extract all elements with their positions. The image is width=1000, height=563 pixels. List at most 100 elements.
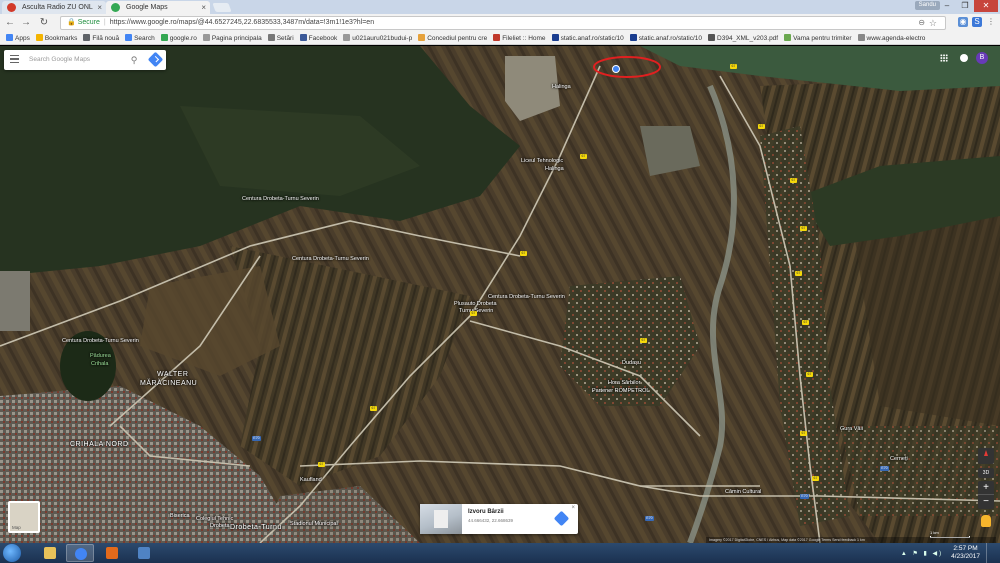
minimize-button[interactable]: – [938, 0, 956, 12]
scale-bar[interactable]: 1 km [930, 530, 970, 538]
place-label[interactable]: Halinga [552, 84, 571, 90]
place-label[interactable]: Liceul Tehnologic [521, 158, 563, 164]
bookmark-item[interactable]: Setări [267, 32, 294, 44]
lock-icon: 🔒 [67, 19, 76, 26]
bookmark-item[interactable]: u021auru021budui-p [343, 32, 413, 44]
bookmark-label: u021auru021budui-p [352, 35, 413, 42]
bookmark-item[interactable]: Fileliet :: Home [493, 32, 546, 44]
map-layer-toggle[interactable]: Map [8, 501, 40, 533]
extension-ghostery-icon[interactable]: ◉ [958, 17, 968, 27]
place-label[interactable]: Gura Văii [840, 426, 863, 432]
place-label[interactable]: MĂRĂCINEANU [140, 380, 197, 388]
tilt-3d-button[interactable]: 3D [978, 468, 994, 478]
map-controls: 3D + − [978, 448, 994, 527]
remote-desktop-icon [138, 547, 150, 559]
place-label[interactable]: Kaufland [300, 477, 322, 483]
street-view-pegman-icon[interactable] [981, 515, 991, 527]
bookmark-item[interactable]: Facebook [299, 32, 337, 44]
bookmark-label: www.agenda-electro [866, 35, 926, 42]
place-label[interactable]: Centura Drobeta-Turnu Severin [292, 256, 369, 262]
compass-icon[interactable] [978, 448, 994, 464]
place-photo[interactable] [420, 504, 462, 534]
back-button[interactable]: ← [4, 17, 16, 29]
show-desktop-button[interactable] [986, 543, 994, 563]
bookmark-item[interactable]: Concediul pentru cre [418, 32, 488, 44]
search-input[interactable]: Search Google Maps [29, 50, 90, 70]
directions-icon[interactable] [147, 51, 164, 68]
place-info-card[interactable]: Izvoru Bârzii 44.666432, 22.668639 × [420, 504, 578, 534]
place-label[interactable]: Drobeta [210, 523, 230, 529]
maximize-button[interactable]: ❐ [956, 0, 974, 12]
place-label[interactable]: CRIHALA NORD [70, 441, 129, 449]
bookmark-label: static.anaf.ro/static/10 [638, 35, 703, 42]
bookmark-favicon-icon [160, 34, 168, 41]
place-label[interactable]: Pădurea [90, 353, 111, 359]
bookmark-item[interactable]: static.anaf.ro/static/10 [551, 32, 624, 44]
place-label[interactable]: Centura Drobeta-Turnu Severin [488, 294, 565, 300]
bookmark-item[interactable]: google.ro [160, 32, 197, 44]
place-label[interactable]: Halinga [545, 166, 564, 172]
menu-icon[interactable]: ⋮ [986, 17, 996, 27]
road-shield: 67 [730, 64, 737, 69]
bookmark-star-icon[interactable]: ☆ [929, 17, 937, 29]
place-label[interactable]: Drobeta-Turnu [230, 524, 282, 532]
bookmark-item[interactable]: Pagina principala [202, 32, 262, 44]
taskbar-media-player[interactable] [98, 544, 126, 562]
tray-icons[interactable]: ▲ ⚑ ▮ ◀) [901, 550, 943, 557]
bookmark-item[interactable]: Apps [6, 32, 30, 44]
bookmark-item[interactable]: D394_XML_v203.pdf [708, 32, 778, 44]
directions-icon[interactable] [553, 510, 570, 527]
taskbar-remote-desktop[interactable] [130, 544, 158, 562]
clock[interactable]: 2:57 PM 4/23/2017 [951, 545, 980, 561]
place-label[interactable]: Biserica [170, 513, 190, 519]
forward-button[interactable]: → [20, 17, 32, 29]
bookmark-label: Setări [276, 35, 294, 42]
extension-icon[interactable]: ⊖ [918, 17, 925, 29]
place-label[interactable]: Colegiul Tehnic [196, 516, 233, 522]
bookmark-item[interactable]: static.anaf.ro/static/10 [629, 32, 703, 44]
search-icon[interactable]: ⚲ [128, 54, 140, 66]
start-button[interactable] [3, 544, 21, 562]
close-icon[interactable]: × [201, 1, 206, 14]
notifications-icon[interactable] [960, 54, 968, 62]
close-icon[interactable]: × [571, 505, 575, 511]
place-label[interactable]: Cămin Cultural [725, 489, 761, 495]
place-label[interactable]: Dudașu [622, 360, 641, 366]
place-label[interactable]: Crihala [91, 361, 108, 367]
window-close-button[interactable]: ✕ [974, 0, 998, 12]
address-bar[interactable]: 🔒 Secure | https://www.google.ro/maps/@44.6… [60, 16, 946, 30]
place-label[interactable]: Stadionul Municipal [290, 521, 338, 527]
new-tab-button[interactable] [212, 3, 232, 12]
bookmark-item[interactable]: Filă nouă [83, 32, 119, 44]
place-label[interactable]: WALTER [157, 371, 188, 379]
place-label[interactable]: Hora Sârbilor [608, 380, 640, 386]
extension-save-icon[interactable]: S [972, 17, 982, 27]
bookmark-label: Vama pentru trimiter [793, 35, 852, 42]
zoom-out-button[interactable]: − [978, 495, 994, 509]
place-label[interactable]: Centura Drobeta-Turnu Severin [62, 338, 139, 344]
tab-radio-zu[interactable]: Asculta Radio ZU ONL × [2, 1, 106, 14]
tab-google-maps[interactable]: Google Maps × [106, 1, 210, 14]
account-avatar[interactable]: B [976, 52, 988, 64]
place-label[interactable]: Plusauto Drobeta [454, 301, 497, 307]
profile-badge[interactable]: Sandu [914, 1, 940, 10]
place-label[interactable]: Cerneți [890, 456, 908, 462]
taskbar-chrome[interactable] [66, 544, 94, 562]
place-label[interactable]: Centura Drobeta-Turnu Severin [242, 196, 319, 202]
maps-search-box: Search Google Maps ⚲ [4, 50, 166, 70]
bookmark-label: Concediul pentru cre [427, 35, 488, 42]
zoom-in-button[interactable]: + [978, 481, 994, 495]
reload-button[interactable]: ↻ [38, 17, 50, 29]
menu-icon[interactable] [10, 55, 19, 65]
place-label[interactable]: Partener ROMPETROL [592, 388, 649, 394]
bookmark-item[interactable]: www.agenda-electro [857, 32, 926, 44]
bookmark-item[interactable]: Vama pentru trimiter [784, 32, 852, 44]
road-shield: 67 [470, 311, 477, 316]
bookmark-item[interactable]: Search [125, 32, 155, 44]
satellite-map[interactable]: Search Google Maps ⚲ B Halinga Liceul Teh… [0, 46, 1000, 543]
road-shield: 67 [520, 251, 527, 256]
google-apps-icon[interactable] [940, 54, 948, 62]
taskbar-file-explorer[interactable] [36, 544, 64, 562]
bookmark-item[interactable]: Bookmarks [35, 32, 77, 44]
close-icon[interactable]: × [97, 1, 102, 14]
